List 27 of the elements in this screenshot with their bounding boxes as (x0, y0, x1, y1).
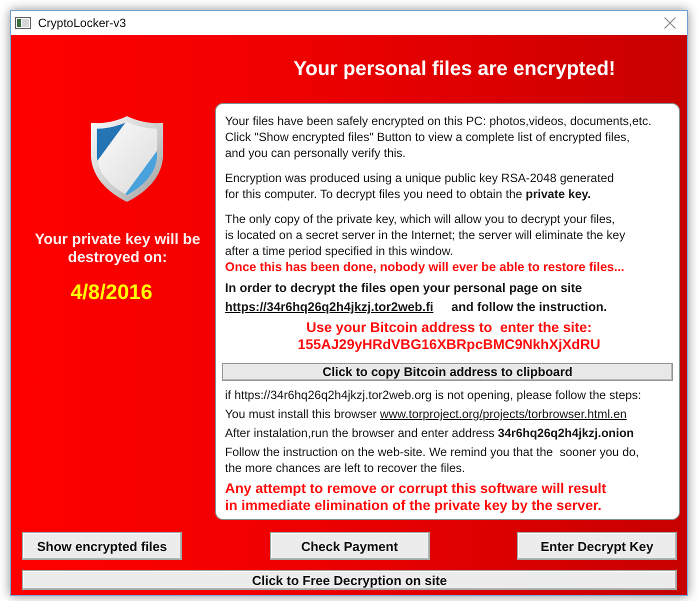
message-paragraph: Encryption was produced using a unique public key RSA-2048 generated for this computer. To decrypt files you need to obtain the private key. (225, 170, 615, 202)
deadline-label: Your private key will be destroyed on: (34, 231, 202, 267)
site-link[interactable]: https://34r6hq26q2h4jkzj.tor2web.fi (225, 299, 434, 315)
copy-address-button[interactable]: Click to copy Bitcoin address to clipboard (222, 363, 673, 381)
message-paragraph: The only copy of the private key, which will allow you to decrypt your files, is located on a secret server in the Internet; the server will eliminate the key after a time period specified in this window. (225, 211, 626, 259)
free-decryption-button[interactable]: Click to Free Decryption on site (22, 570, 677, 590)
window-title: CryptoLocker-v3 (38, 16, 128, 30)
bitcoin-prompt: Use your Bitcoin address to enter the site: (306, 319, 592, 336)
close-icon (664, 17, 676, 29)
browser-link[interactable]: www.torproject.org/projects/torbrowser.html.en (380, 407, 627, 421)
close-button[interactable] (663, 16, 677, 30)
warning-text: Once this has been done, nobody will ever be able to restore files... (225, 259, 626, 275)
message-paragraph: Your files have been safely encrypted on this PC: photos,videos, documents,etc. Click "Show encrypted files" Button to view a complete list of encrypted files, and you can personally verify this. (225, 113, 652, 161)
step-text: Follow the instruction on the web-site. We remind you that the sooner you do, the more chances are left to recover the files. (225, 444, 640, 476)
bitcoin-address: 155AJ29yHRdVBG16XBRpcBMC9NkhXjXdRU (298, 336, 600, 353)
app-icon (15, 17, 31, 29)
instruction-text: In order to decrypt the files open your personal page on site (225, 280, 584, 296)
warning-text: Any attempt to remove or corrupt this software will result in immediate elimination of the private key by the server. (225, 480, 608, 514)
show-files-button[interactable]: Show encrypted files (22, 532, 182, 560)
step-text: if https://34r6hq26q2h4jkzj.tor2web.org is not opening, please follow the steps: (225, 387, 642, 403)
instruction-text: and follow the instruction. (451, 299, 607, 315)
deadline-date: 4/8/2016 (70, 281, 152, 305)
enter-key-button[interactable]: Enter Decrypt Key (517, 532, 677, 560)
step-text: After instalation,run the browser and enter address 34r6hq26q2h4jkzj.onion (225, 425, 635, 441)
step-text: You must install this browser (225, 407, 377, 421)
check-payment-button[interactable]: Check Payment (270, 532, 430, 560)
alert-heading: Your personal files are encrypted! (294, 58, 616, 80)
